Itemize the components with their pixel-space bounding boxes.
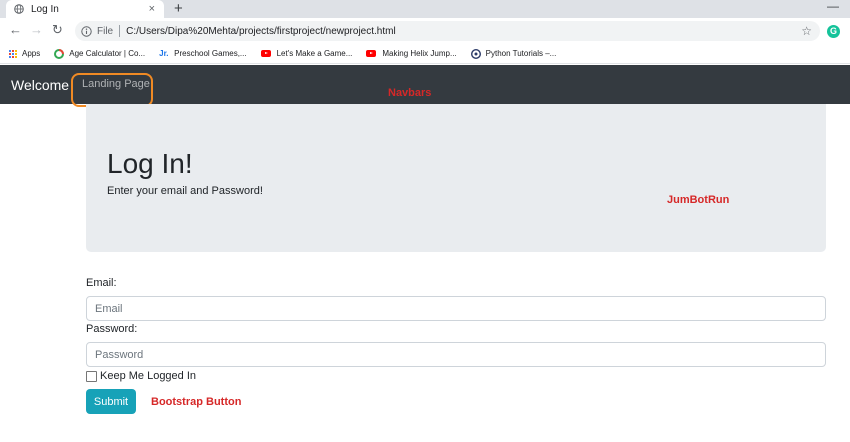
close-icon[interactable]: × bbox=[149, 3, 155, 15]
bookmark-helix-jump[interactable]: Making Helix Jump... bbox=[366, 49, 457, 58]
file-scheme-label: File bbox=[97, 25, 114, 37]
globe-icon bbox=[14, 4, 24, 14]
jumbotron-lead: Enter your email and Password! bbox=[107, 185, 263, 197]
bookmark-make-game[interactable]: Let's Make a Game... bbox=[260, 49, 353, 58]
bookmark-label: Age Calculator | Co... bbox=[69, 49, 146, 58]
email-field[interactable] bbox=[86, 296, 826, 321]
forward-arrow-icon[interactable]: → bbox=[30, 22, 43, 38]
browser-toolbar: ← → ↻ File C:/Users/Dipa%20Mehta/project… bbox=[0, 18, 850, 44]
annotation-bootstrap-button: Bootstrap Button bbox=[151, 396, 242, 408]
bookmark-label: Making Helix Jump... bbox=[382, 49, 457, 58]
minimize-icon[interactable]: — bbox=[827, 0, 839, 13]
remember-me-row: Keep Me Logged In bbox=[86, 370, 196, 382]
jumbotron-title: Log In! bbox=[107, 148, 193, 179]
jumbotron: Log In! Enter your email and Password! bbox=[86, 104, 826, 252]
bookmark-preschool[interactable]: Jr. Preschool Games,... bbox=[159, 49, 246, 59]
highlight-outline bbox=[71, 73, 153, 107]
password-field[interactable] bbox=[86, 342, 826, 367]
new-tab-button[interactable]: + bbox=[174, 0, 183, 18]
bookmark-label: Let's Make a Game... bbox=[276, 49, 353, 58]
youtube-icon bbox=[260, 50, 271, 57]
bookmark-star-icon[interactable]: ☆ bbox=[801, 24, 812, 38]
remember-me-label[interactable]: Keep Me Logged In bbox=[100, 370, 196, 382]
tab-title: Log In bbox=[31, 3, 59, 15]
submit-button[interactable]: Submit bbox=[86, 389, 136, 414]
bookmark-label: Python Tutorials –... bbox=[485, 49, 557, 58]
browser-tab[interactable]: Log In × bbox=[6, 0, 164, 18]
youtube-icon bbox=[366, 50, 377, 57]
bookmark-python[interactable]: Python Tutorials –... bbox=[470, 48, 557, 59]
grammarly-extension-icon[interactable]: G bbox=[827, 25, 840, 38]
annotation-navbars: Navbars bbox=[388, 87, 432, 99]
remember-me-checkbox[interactable] bbox=[86, 370, 97, 382]
bookmark-age-calculator[interactable]: Age Calculator | Co... bbox=[54, 48, 146, 59]
apps-grid-icon bbox=[9, 49, 17, 58]
python-icon bbox=[470, 48, 481, 59]
info-icon[interactable] bbox=[81, 25, 92, 37]
age-calculator-icon bbox=[54, 48, 65, 59]
bookmark-label: Preschool Games,... bbox=[174, 49, 247, 58]
address-divider bbox=[119, 25, 121, 37]
reload-icon[interactable]: ↻ bbox=[52, 22, 63, 38]
back-arrow-icon[interactable]: ← bbox=[9, 22, 22, 38]
password-label: Password: bbox=[86, 323, 138, 335]
address-bar[interactable]: File C:/Users/Dipa%20Mehta/projects/firs… bbox=[75, 21, 820, 41]
preschool-icon: Jr. bbox=[159, 48, 169, 58]
url-text[interactable]: C:/Users/Dipa%20Mehta/projects/firstproj… bbox=[126, 26, 801, 37]
annotation-jumbotron: JumBotRun bbox=[667, 194, 730, 206]
bookmarks-bar: Apps Age Calculator | Co... Jr. Preschoo… bbox=[0, 44, 850, 64]
bookmark-apps[interactable]: Apps bbox=[9, 49, 40, 58]
bookmark-label: Apps bbox=[22, 49, 41, 58]
email-label: Email: bbox=[86, 277, 117, 289]
browser-tab-strip: Log In × + — bbox=[0, 0, 850, 18]
navbar-brand[interactable]: Welcome bbox=[11, 77, 69, 93]
